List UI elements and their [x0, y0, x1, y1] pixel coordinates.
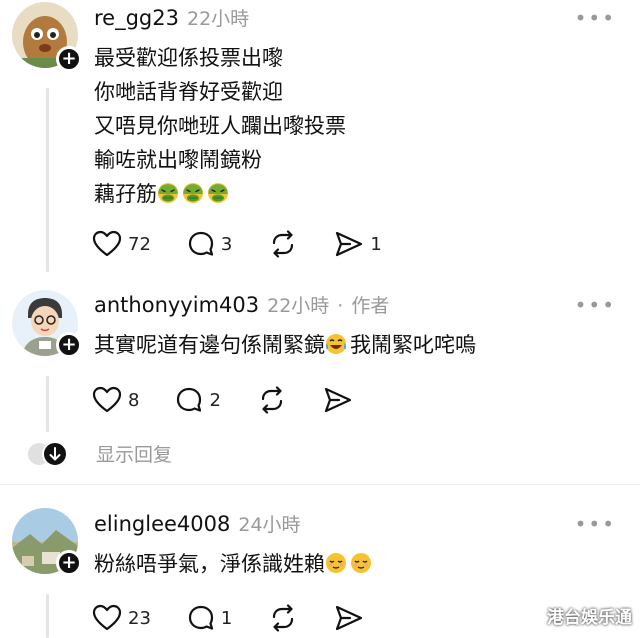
heart-icon [92, 604, 122, 631]
post-line-with-emoji: 藕孖筋 [94, 177, 346, 211]
meta-separator: · [337, 295, 344, 317]
post-actions: 72 3 1 [92, 230, 418, 258]
relieved-face-emoji-icon [325, 552, 350, 576]
follow-plus-button[interactable]: + [56, 46, 82, 72]
comment-bubble-icon [177, 387, 202, 412]
username[interactable]: re_gg23 [94, 6, 179, 30]
post-line: 又唔見你哋班人躝出嚟投票 [94, 114, 346, 138]
repost-icon [273, 604, 294, 632]
post-header: elinglee4008 24小時 [94, 510, 301, 537]
timestamp: 24小時 [238, 514, 301, 536]
post-text: 其實呢道有邊句係鬧緊鏡 [94, 333, 325, 357]
thread-line [46, 376, 49, 432]
show-replies-button[interactable]: 显示回复 [26, 440, 172, 467]
post-elinglee4008: + elinglee4008 24小時 ••• 粉絲唔爭氣，淨係識姓賴 23 1 [0, 504, 640, 638]
relieved-face-emoji-icon [350, 552, 375, 576]
post-re-gg23: + re_gg23 22小時 ••• 最受歡迎係投票出嚟 你哋話背脊好受歡迎 又唔… [0, 0, 640, 280]
heart-icon [92, 230, 122, 257]
author-badge: 作者 [351, 295, 390, 317]
share-button[interactable]: 1 [334, 230, 382, 258]
comment-button[interactable]: 1 [187, 604, 232, 632]
like-button[interactable]: 23 [92, 604, 151, 632]
comment-count: 3 [220, 233, 233, 255]
follow-plus-button[interactable]: + [56, 550, 82, 576]
post-line: 最受歡迎係投票出嚟 [94, 46, 283, 70]
like-button[interactable]: 8 [92, 386, 139, 414]
comment-button[interactable]: 3 [187, 230, 232, 258]
timestamp: 22小時 [267, 295, 330, 317]
post-header: anthonyyim403 22小時 · 作者 [94, 291, 389, 318]
repost-button[interactable] [268, 604, 298, 632]
post-body: 最受歡迎係投票出嚟 你哋話背脊好受歡迎 又唔見你哋班人躝出嚟投票 輸咗就出嚟鬧鏡… [94, 41, 346, 211]
nauseated-face-emoji-icon [207, 182, 232, 206]
more-options-button[interactable]: ••• [575, 512, 616, 536]
thread-line [46, 88, 49, 272]
tears-of-joy-emoji-icon [325, 333, 350, 357]
share-button[interactable] [334, 604, 364, 632]
send-icon [336, 231, 363, 257]
like-count: 23 [128, 607, 151, 629]
post-actions: 23 1 [92, 604, 400, 632]
post-line: 藕孖筋 [94, 182, 157, 206]
like-button[interactable]: 72 [92, 230, 151, 258]
username[interactable]: elinglee4008 [94, 512, 230, 536]
more-options-button[interactable]: ••• [575, 293, 616, 317]
repost-icon [273, 230, 294, 258]
thread-line [46, 594, 49, 638]
send-icon [324, 387, 352, 413]
comment-bubble-icon [188, 231, 214, 256]
more-options-button[interactable]: ••• [575, 6, 616, 30]
post-text: 我鬧緊叱咤嗚 [350, 333, 476, 357]
like-count: 8 [128, 389, 140, 411]
follow-plus-button[interactable]: + [56, 332, 82, 358]
avatar-stack-icon [28, 440, 68, 467]
comment-button[interactable]: 2 [175, 386, 221, 414]
username[interactable]: anthonyyim403 [94, 293, 259, 317]
comment-count: 1 [220, 607, 233, 629]
send-icon [336, 605, 363, 631]
repost-button[interactable] [268, 230, 298, 258]
show-replies-label[interactable]: 显示回复 [96, 440, 172, 467]
timestamp: 22小時 [186, 8, 250, 30]
share-count: 1 [370, 233, 382, 255]
divider [0, 484, 640, 485]
post-body: 其實呢道有邊句係鬧緊鏡 我鬧緊叱咤嗚 [94, 328, 476, 362]
show-replies-toggle[interactable] [26, 440, 68, 467]
post-anthonyyim403: + anthonyyim403 22小時 · 作者 ••• 其實呢道有邊句係鬧緊鏡 我鬧… [0, 286, 640, 436]
nauseated-face-emoji-icon [157, 182, 182, 206]
watermark: 港台娛乐通 [547, 608, 632, 628]
repost-icon [261, 386, 283, 414]
post-line: 你哋話背脊好受歡迎 [94, 80, 283, 104]
like-count: 72 [128, 233, 151, 255]
post-line: 輸咗就出嚟鬧鏡粉 [94, 148, 262, 172]
heart-icon [92, 386, 122, 413]
repost-button[interactable] [257, 386, 287, 414]
comment-count: 2 [209, 389, 221, 411]
post-actions: 8 2 [92, 386, 389, 414]
post-body: 粉絲唔爭氣，淨係識姓賴 [94, 547, 375, 581]
share-button[interactable] [323, 386, 353, 414]
post-header: re_gg23 22小時 [94, 4, 249, 31]
nauseated-face-emoji-icon [182, 182, 207, 206]
comment-bubble-icon [188, 605, 214, 630]
post-text: 粉絲唔爭氣，淨係識姓賴 [94, 552, 325, 576]
